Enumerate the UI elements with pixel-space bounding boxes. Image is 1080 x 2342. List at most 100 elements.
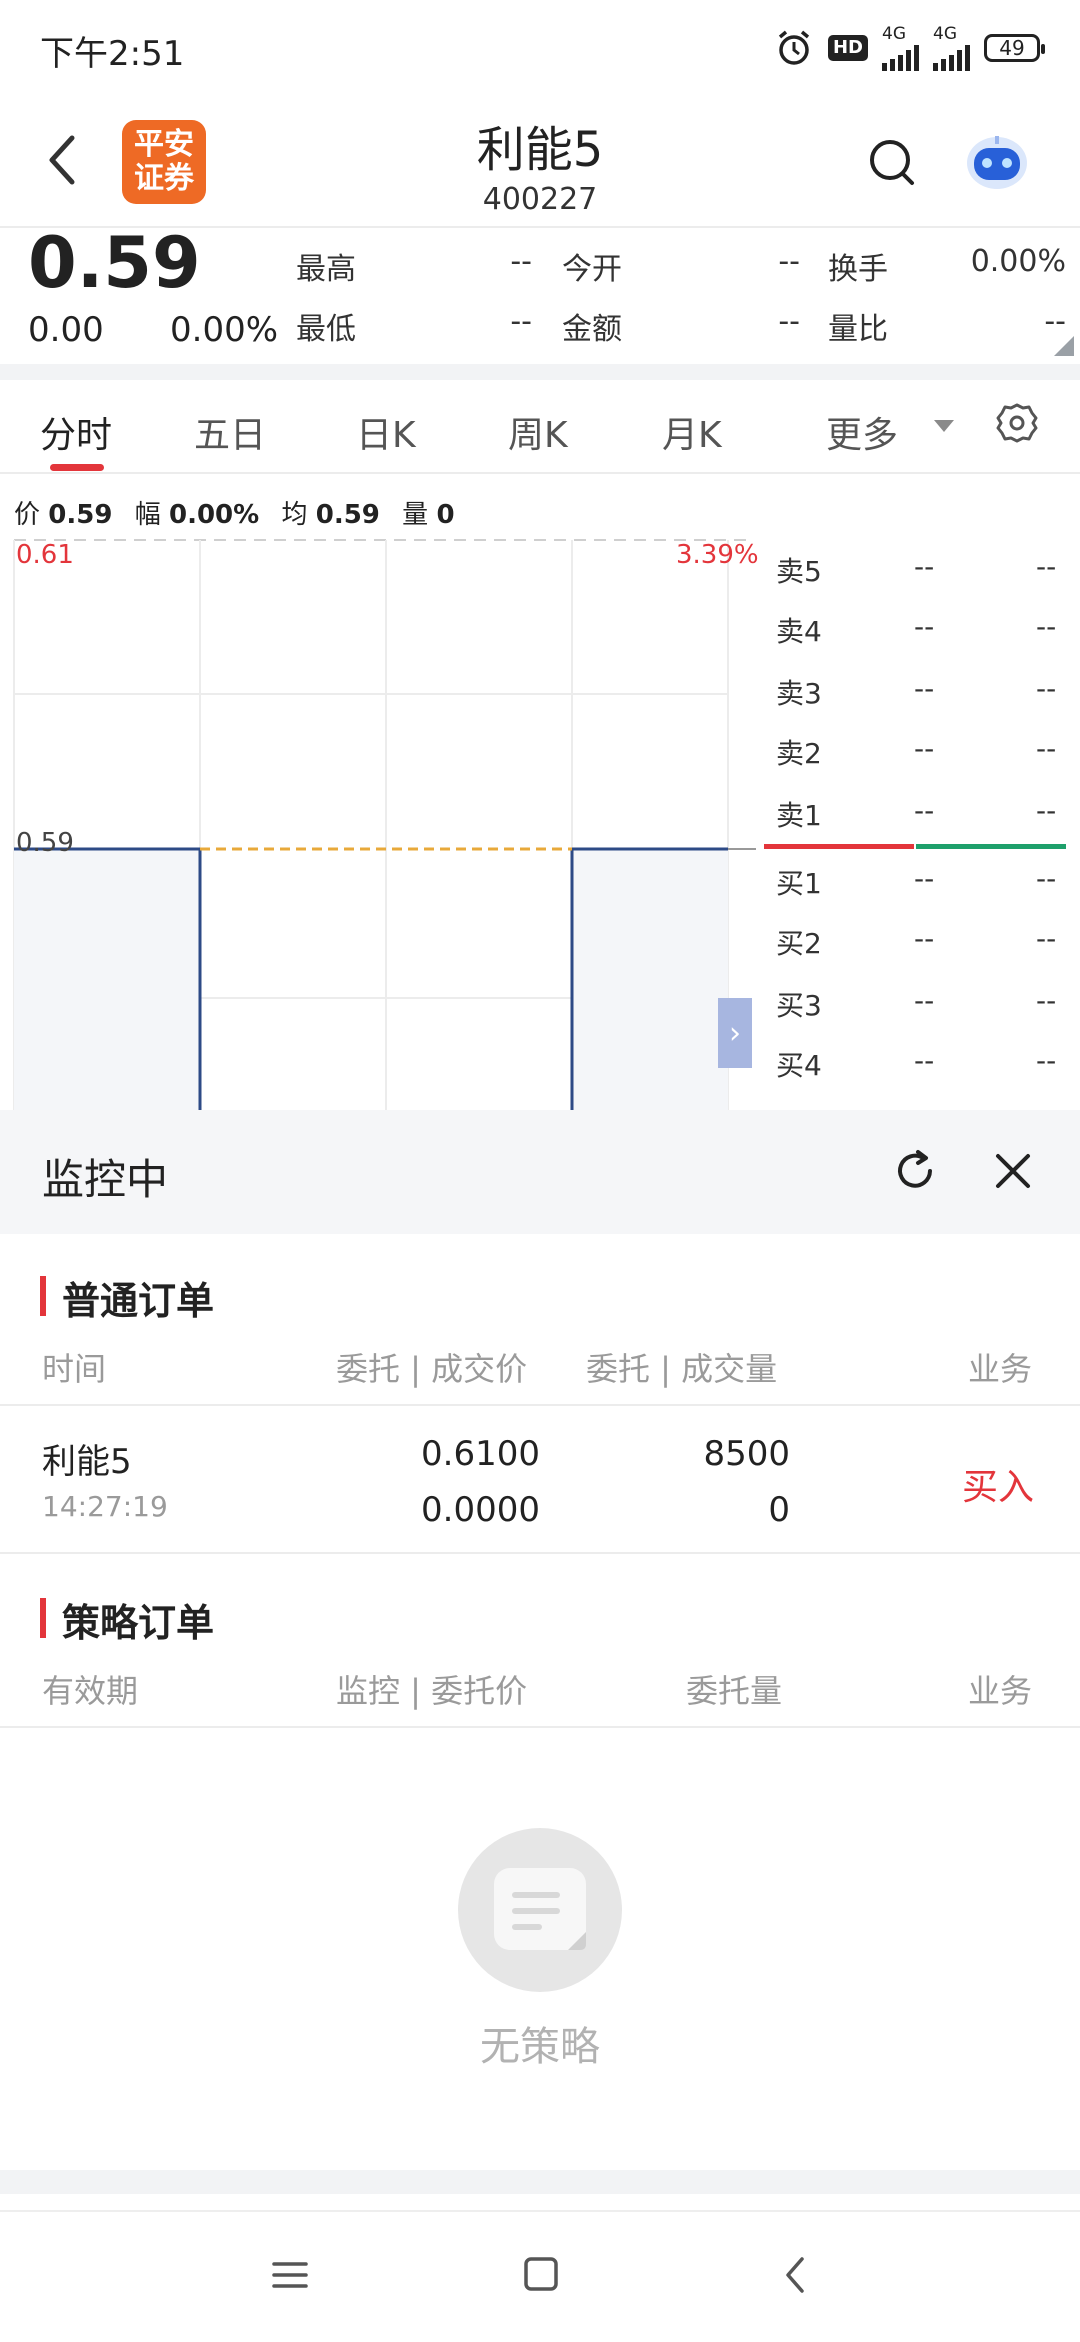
info-price: 0.59 [48,500,113,530]
intraday-chart[interactable] [0,538,760,1112]
price-change-pct: 0.00% [170,310,279,350]
chart-prev-close-label: 0.59 [16,828,74,858]
normal-orders-title: 普通订单 [62,1279,215,1323]
search-icon [870,140,914,185]
assistant-robot-button[interactable] [962,126,1032,196]
ask-5-label: 卖5 [776,555,822,588]
bid-4-volume: -- [1036,1044,1057,1077]
refresh-button[interactable] [890,1146,940,1196]
close-button[interactable] [988,1146,1038,1196]
ask-3-price: -- [914,672,935,705]
bid-2-label: 买2 [776,927,822,960]
col-head-qty: 委托 | 成交量 [586,1350,778,1388]
col-head-action: 业务 [968,1350,1033,1388]
stock-code: 400227 [482,182,598,217]
table-divider [0,1726,1080,1728]
chart-high-pct-label: 3.39% [676,540,759,570]
table-row[interactable]: 利能5 14:27:19 0.6100 0.0000 8500 0 买入 [0,1406,1080,1552]
ask-3-volume: -- [1036,672,1057,705]
ask-4-price: -- [914,610,935,643]
order-action-buy: 买入 [962,1467,1035,1508]
deal-qty: 0 [768,1490,790,1530]
bid-1-volume: -- [1036,862,1057,895]
order-time: 14:27:19 [42,1490,168,1523]
bid-4-price: -- [914,1044,935,1077]
nav-home-button[interactable] [510,2250,570,2300]
info-range: 0.00% [168,500,260,530]
bid-2-volume: -- [1036,922,1057,955]
robot-icon [967,136,1027,189]
active-tab-indicator [50,464,104,471]
ask-1-label: 卖1 [776,799,822,832]
ask-1-price: -- [914,794,935,827]
gear-icon [996,403,1038,443]
order-stock-name: 利能5 [42,1442,132,1482]
tab-monthly-k[interactable]: 月K [662,406,722,458]
status-time: 下午2:51 [40,34,185,74]
bottom-gap [0,2170,1080,2194]
tab-more[interactable]: 更多 [826,406,898,458]
back-button[interactable] [40,130,84,190]
col-head-monitor-price: 监控 | 委托价 [336,1672,528,1710]
section-gap [0,364,1080,380]
quote-value-volratio: -- [1044,304,1066,339]
order-price: 0.6100 [421,1434,540,1474]
bid-2-price: -- [914,922,935,955]
order-qty: 8500 [703,1434,790,1474]
tab-five-day[interactable]: 五日 [194,406,266,458]
tab-intraday[interactable]: 分时 [40,406,112,458]
ask-2-price: -- [914,732,935,765]
bid-4-label: 买4 [776,1049,822,1082]
empty-document-icon [458,1828,622,1992]
chevron-down-icon [934,420,954,432]
menu-icon [272,2262,308,2288]
status-icons: HD 4G 4G 49 [774,25,1045,71]
col-head-validity: 有效期 [42,1672,139,1710]
bid-3-price: -- [914,984,935,1017]
alarm-icon [778,30,810,65]
expand-corner-icon[interactable] [1054,336,1074,356]
ask-4-volume: -- [1036,610,1057,643]
info-avg: 0.59 [315,500,380,530]
refresh-icon [898,1150,932,1188]
quote-value-open: -- [778,244,800,279]
ask-5-price: -- [914,550,935,583]
deal-price: 0.0000 [421,1490,540,1530]
chart-area-fill [572,849,728,1112]
search-button[interactable] [866,136,918,188]
empty-state-text: 无策略 [480,2024,600,2070]
chart-high-price-label: 0.61 [16,540,74,570]
crosshair-info-row: 价 0.59 幅 0.00% 均 0.59 量 0 [14,500,455,530]
quote-label-low: 最低 [296,312,356,347]
close-icon [996,1154,1030,1188]
chevron-left-icon [49,135,75,185]
signal-icon: 4G [882,25,919,71]
section-accent-bar [40,1598,46,1638]
tab-weekly-k[interactable]: 周K [508,406,568,458]
nav-menu-button[interactable] [260,2250,320,2300]
ask-4-label: 卖4 [776,615,822,648]
price-change: 0.00 [28,310,104,350]
bid-side-bar [916,844,1066,849]
chevron-right-icon[interactable]: › [718,998,752,1068]
quote-label-turnover: 换手 [828,252,888,287]
col-head-time: 时间 [42,1350,107,1388]
tabs-divider [0,472,1080,474]
ask-5-volume: -- [1036,550,1057,583]
quote-label-amount: 金额 [562,312,622,347]
quote-value-turnover: 0.00% [970,244,1066,279]
col-head-price: 委托 | 成交价 [336,1350,528,1388]
nav-back-icon [786,2257,804,2293]
quote-value-high: -- [510,244,532,279]
section-accent-bar [40,1276,46,1316]
ask-side-bar [764,844,914,849]
bid-3-label: 买3 [776,989,822,1022]
status-bar: 下午2:51 HD 4G 4G 49 [0,0,1080,96]
ask-2-label: 卖2 [776,737,822,770]
chart-settings-button[interactable] [996,402,1038,444]
ask-1-volume: -- [1036,794,1057,827]
nav-back-button[interactable] [766,2250,826,2300]
hd-badge: HD [827,35,868,61]
tab-daily-k[interactable]: 日K [356,406,416,458]
monitor-title: 监控中 [42,1155,169,1204]
